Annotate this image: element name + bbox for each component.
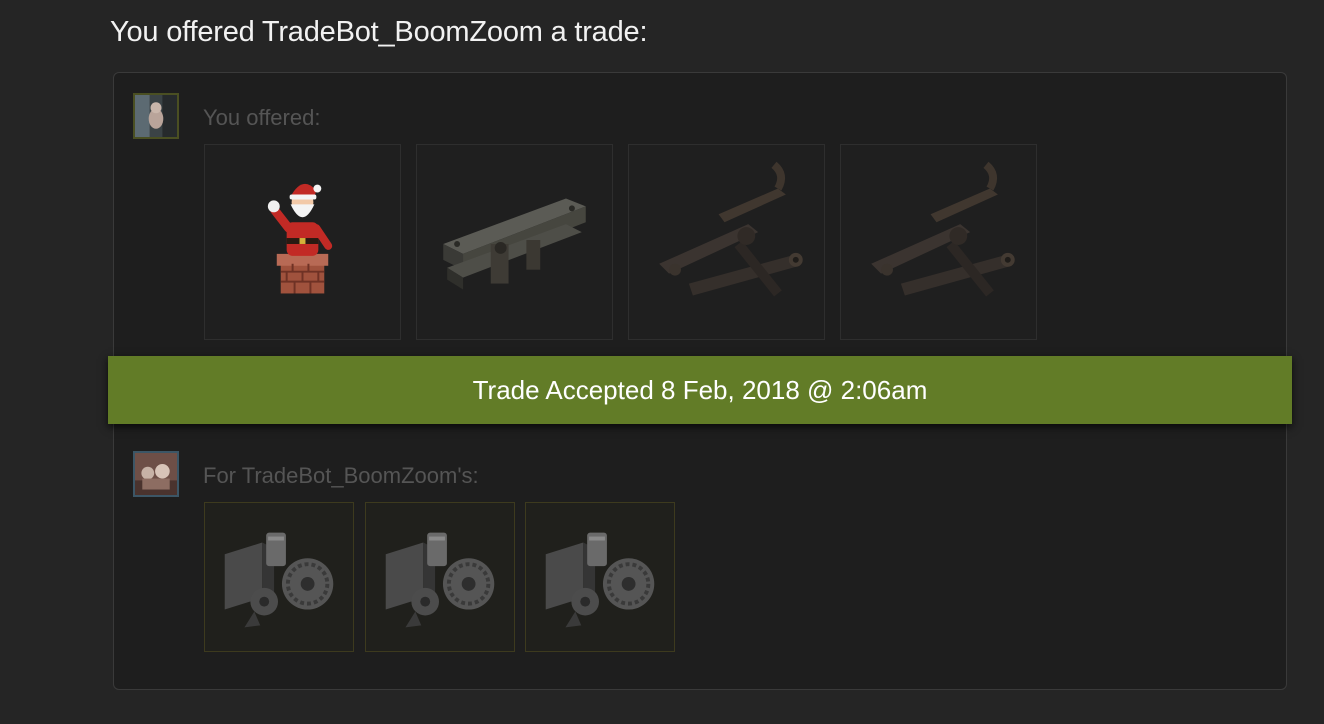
offered-item-1[interactable]	[204, 144, 401, 340]
metal-bars-icon	[443, 198, 586, 290]
page-title: You offered TradeBot_BoomZoom a trade:	[110, 16, 648, 48]
offered-item-2[interactable]	[416, 144, 613, 340]
scrap-parts-icon	[659, 161, 803, 297]
machine-parts-icon	[224, 532, 334, 628]
machine-parts-icon	[545, 532, 655, 628]
trade-status-banner: Trade Accepted 8 Feb, 2018 @ 2:06am	[108, 356, 1292, 424]
your-avatar[interactable]	[133, 93, 179, 139]
received-item-2[interactable]	[365, 502, 515, 652]
trade-status-text: Trade Accepted 8 Feb, 2018 @ 2:06am	[472, 374, 928, 405]
received-item-3[interactable]	[525, 502, 675, 652]
trade-partner-avatar[interactable]	[133, 451, 179, 497]
received-item-1[interactable]	[204, 502, 354, 652]
santa-chimney-icon	[267, 183, 333, 294]
your-avatar-image-icon	[135, 95, 177, 137]
partner-offer-label: For TradeBot_BoomZoom's:	[203, 463, 479, 488]
machine-parts-icon	[385, 532, 495, 628]
offered-item-4[interactable]	[840, 144, 1037, 340]
partner-avatar-image-icon	[135, 453, 177, 495]
offered-item-3[interactable]	[628, 144, 825, 340]
scrap-parts-icon	[871, 161, 1015, 297]
your-offer-label: You offered:	[203, 105, 321, 130]
